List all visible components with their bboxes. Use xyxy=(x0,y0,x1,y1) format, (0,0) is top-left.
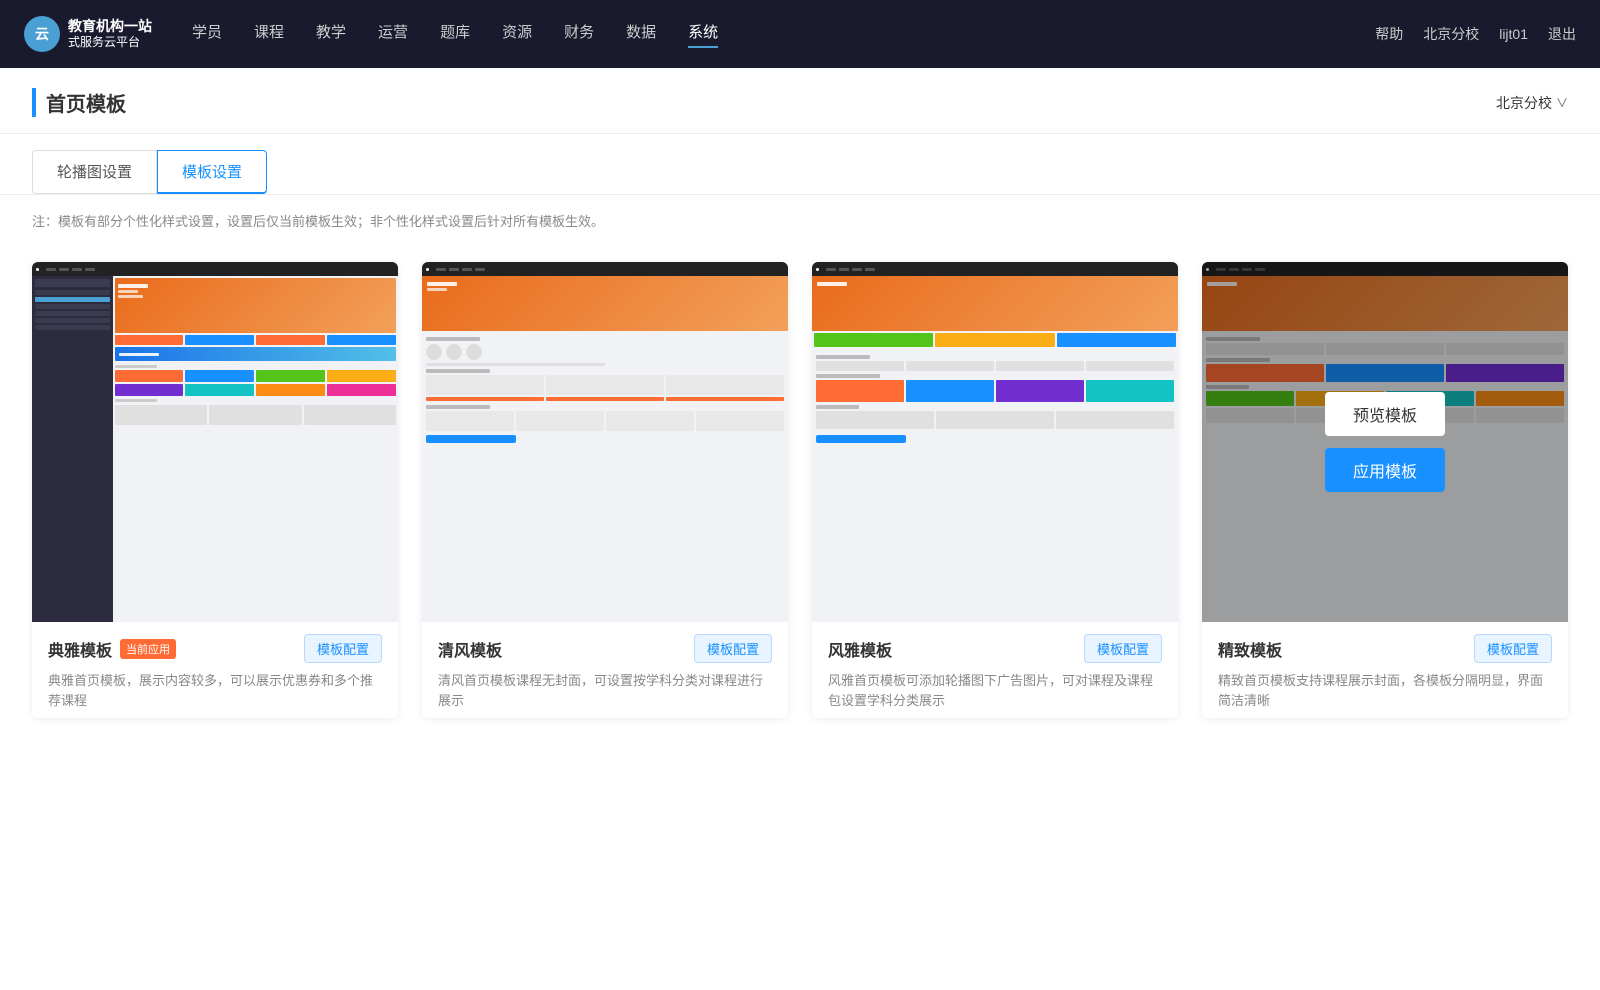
template-preview-3 xyxy=(812,262,1178,622)
config-button-2[interactable]: 模板配置 xyxy=(694,634,772,663)
logout-link[interactable]: 退出 xyxy=(1548,24,1576,44)
navbar: 云 教育机构一站 式服务云平台 学员 课程 教学 运营 题库 资源 财务 数据 … xyxy=(0,0,1600,68)
template-name-3: 风雅模板 xyxy=(828,637,892,661)
tabs-container: 轮播图设置 模板设置 xyxy=(0,134,1600,195)
branch-selector[interactable]: 北京分校 ∨ xyxy=(1496,93,1568,113)
page-content: 首页模板 北京分校 ∨ 轮播图设置 模板设置 注：模板有部分个性化样式设置，设置… xyxy=(0,68,1600,990)
template-desc-4: 精致首页模板支持课程展示封面，各模板分隔明显，界面简洁清晰 xyxy=(1218,671,1552,710)
nav-item-quiz[interactable]: 题库 xyxy=(440,21,470,48)
nav-item-operations[interactable]: 运营 xyxy=(378,21,408,48)
apply-button-4[interactable]: 应用模板 xyxy=(1325,448,1445,492)
template-preview-1 xyxy=(32,262,398,622)
template-card-2: 清风模板 模板配置 清风首页模板课程无封面，可设置按学科分类对课程进行展示 xyxy=(422,262,788,718)
chevron-down-icon: ∨ xyxy=(1556,94,1568,111)
branch-name[interactable]: 北京分校 xyxy=(1423,24,1479,44)
template-desc-1: 典雅首页模板，展示内容较多，可以展示优惠券和多个推荐课程 xyxy=(48,671,382,710)
nav-item-system[interactable]: 系统 xyxy=(688,21,718,48)
template-preview-4: 预览模板 应用模板 xyxy=(1202,262,1568,622)
template-footer-3: 风雅模板 模板配置 风雅首页模板可添加轮播图下广告图片，可对课程及课程包设置学科… xyxy=(812,622,1178,718)
template-name-2: 清风模板 xyxy=(438,637,502,661)
templates-grid: 典雅模板 当前应用 模板配置 典雅首页模板，展示内容较多，可以展示优惠券和多个推… xyxy=(0,246,1600,758)
template-footer-1: 典雅模板 当前应用 模板配置 典雅首页模板，展示内容较多，可以展示优惠券和多个推… xyxy=(32,622,398,718)
nav-right: 帮助 北京分校 lijt01 退出 xyxy=(1375,24,1576,44)
template-desc-3: 风雅首页模板可添加轮播图下广告图片，可对课程及课程包设置学科分类展示 xyxy=(828,671,1162,710)
nav-links: 学员 课程 教学 运营 题库 资源 财务 数据 系统 xyxy=(192,21,1375,48)
nav-item-resources[interactable]: 资源 xyxy=(502,21,532,48)
nav-item-courses[interactable]: 课程 xyxy=(254,21,284,48)
template-desc-2: 清风首页模板课程无封面，可设置按学科分类对课程进行展示 xyxy=(438,671,772,710)
page-header: 首页模板 北京分校 ∨ xyxy=(0,68,1600,134)
user-dropdown[interactable]: lijt01 xyxy=(1499,26,1528,42)
nav-item-teaching[interactable]: 教学 xyxy=(316,21,346,48)
template-preview-2 xyxy=(422,262,788,622)
logo: 云 教育机构一站 式服务云平台 xyxy=(24,16,152,52)
template-name-1: 典雅模板 xyxy=(48,637,112,661)
template-card-1: 典雅模板 当前应用 模板配置 典雅首页模板，展示内容较多，可以展示优惠券和多个推… xyxy=(32,262,398,718)
template-name-4: 精致模板 xyxy=(1218,637,1282,661)
template-card-4: 预览模板 应用模板 精致模板 模板配置 精致首页模板支持课程展示封面，各模板分隔… xyxy=(1202,262,1568,718)
tab-carousel[interactable]: 轮播图设置 xyxy=(32,150,157,194)
template-overlay-4: 预览模板 应用模板 xyxy=(1202,262,1568,622)
nav-item-students[interactable]: 学员 xyxy=(192,21,222,48)
page-title: 首页模板 xyxy=(32,88,126,117)
nav-item-data[interactable]: 数据 xyxy=(626,21,656,48)
config-button-3[interactable]: 模板配置 xyxy=(1084,634,1162,663)
logo-icon: 云 xyxy=(24,16,60,52)
tab-template[interactable]: 模板设置 xyxy=(157,150,267,194)
notice-text: 注：模板有部分个性化样式设置，设置后仅当前模板生效；非个性化样式设置后针对所有模… xyxy=(0,195,1600,246)
template-current-tag-1: 当前应用 xyxy=(120,639,176,659)
help-link[interactable]: 帮助 xyxy=(1375,24,1403,44)
preview-button-4[interactable]: 预览模板 xyxy=(1325,392,1445,436)
template-card-3: 风雅模板 模板配置 风雅首页模板可添加轮播图下广告图片，可对课程及课程包设置学科… xyxy=(812,262,1178,718)
tabs: 轮播图设置 模板设置 xyxy=(32,150,1568,194)
template-footer-2: 清风模板 模板配置 清风首页模板课程无封面，可设置按学科分类对课程进行展示 xyxy=(422,622,788,718)
template-footer-4: 精致模板 模板配置 精致首页模板支持课程展示封面，各模板分隔明显，界面简洁清晰 xyxy=(1202,622,1568,718)
config-button-1[interactable]: 模板配置 xyxy=(304,634,382,663)
nav-item-finance[interactable]: 财务 xyxy=(564,21,594,48)
logo-text: 教育机构一站 式服务云平台 xyxy=(68,17,152,51)
config-button-4[interactable]: 模板配置 xyxy=(1474,634,1552,663)
